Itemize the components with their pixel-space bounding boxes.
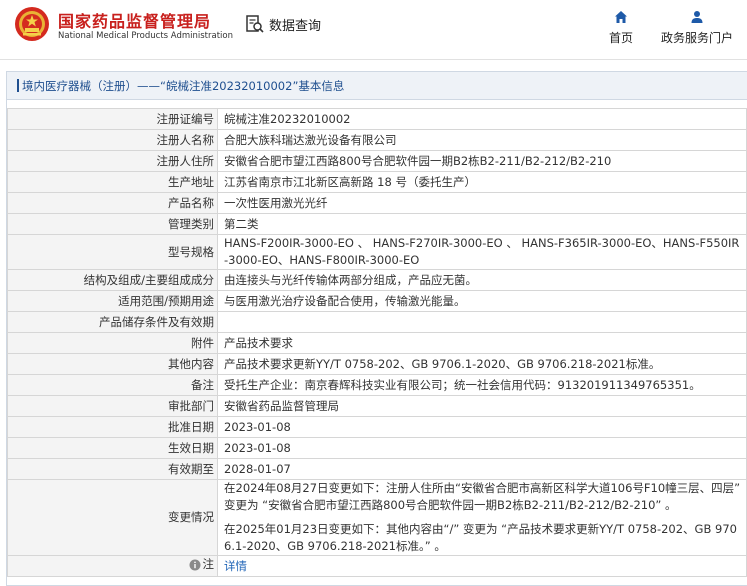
details-link[interactable]: 详情 [224,559,247,573]
home-icon [615,11,627,23]
field-value [217,311,747,333]
document-search-icon [246,15,264,33]
nav-home[interactable]: 首页 [606,10,636,46]
device-info-table: 注册证编号 皖械注准20232010002 注册人名称 合肥大族科瑞达激光设备有限公… [7,108,747,577]
field-value: 合肥大族科瑞达激光设备有限公司 [217,129,747,151]
data-query-label: 数据查询 [269,18,322,34]
field-value: 安徽省药品监督管理局 [217,395,747,417]
nav-gov-portal-label: 政务服务门户 [660,31,733,45]
basic-info-panel: 境内医疗器械（注册）——“皖械注准20232010002”基本信息 注册证编号皖… [6,71,747,586]
nav-gov-portal[interactable]: 政务服务门户 [658,10,736,46]
field-label: 产品储存条件及有效期 [7,311,218,333]
field-value: 皖械注准20232010002 [217,108,747,130]
table-row: 型号规格 HANS-F200IR-3000-EO 、 HANS-F270IR-30… [7,234,747,270]
field-label: 注册人名称 [7,129,218,151]
field-label: 生效日期 [7,437,218,459]
change-history-row: 变更情况 在2024年08月27日变更如下：注册人住所由“安徽省合肥市高新区科学… [7,479,747,556]
field-label: 产品名称 [7,192,218,214]
table-row: 备注 受托生产企业：南京春辉科技实业有限公司；统一社会信用代码：913201911… [7,374,747,396]
table-row: 生效日期 2023-01-08 [7,437,747,459]
field-value: 安徽省合肥市望江西路800号合肥软件园一期B2栋B2-211/B2-212/B2… [217,150,747,172]
panel-header: 境内医疗器械（注册）——“皖械注准20232010002”基本信息 [7,72,747,100]
table-row: 审批部门 安徽省药品监督管理局 [7,395,747,417]
site-subtitle: National Medical Products Administration [58,31,233,41]
field-value: 与医用激光治疗设备配合使用，传输激光能量。 [217,290,747,312]
data-query-section[interactable]: 数据查询 [245,13,321,35]
table-row: 注册人住所 安徽省合肥市望江西路800号合肥软件园一期B2栋B2-211/B2-2… [7,150,747,172]
field-value: HANS-F200IR-3000-EO 、 HANS-F270IR-3000-E… [217,234,747,270]
field-label: 管理类别 [7,213,218,235]
table-row: 管理类别 第二类 [7,213,747,235]
field-value: 一次性医用激光光纤 [217,192,747,214]
field-label: 型号规格 [7,234,218,270]
table-row: 结构及组成/主要组成成分 由连接头与光纤传输体两部分组成，产品应无菌。 [7,269,747,291]
table-row: 适用范围/预期用途 与医用激光治疗设备配合使用，传输激光能量。 [7,290,747,312]
field-value: 产品技术要求 [217,332,747,354]
user-icon [691,11,703,23]
info-icon [189,559,200,571]
field-value: 2023-01-08 [217,437,747,459]
table-row: 批准日期 2023-01-08 [7,416,747,438]
table-row: 注册人名称 合肥大族科瑞达激光设备有限公司 [7,129,747,151]
note-value: 详情 [217,555,747,577]
panel-accent-bar [17,79,19,92]
field-value: 受托生产企业：南京春辉科技实业有限公司；统一社会信用代码：91320191134… [217,374,747,396]
site-header: 国家药品监督管理局 National Medical Products Admi… [0,0,747,58]
field-label: 审批部门 [7,395,218,417]
field-value: 由连接头与光纤传输体两部分组成，产品应无菌。 [217,269,747,291]
note-row: 注 详情 [7,555,747,577]
table-row: 产品名称 一次性医用激光光纤 [7,192,747,214]
table-row: 有效期至 2028-01-07 [7,458,747,480]
field-label: 适用范围/预期用途 [7,290,218,312]
header-divider [0,59,747,60]
table-row: 其他内容 产品技术要求更新YY/T 0758-202、GB 9706.1-2020… [7,353,747,375]
table-row: 注册证编号 皖械注准20232010002 [7,108,747,130]
field-label: 有效期至 [7,458,218,480]
field-label: 附件 [7,332,218,354]
field-value: 2028-01-07 [217,458,747,480]
table-row: 产品储存条件及有效期 [7,311,747,333]
table-row: 附件 产品技术要求 [7,332,747,354]
field-label: 注册人住所 [7,150,218,172]
field-label: 其他内容 [7,353,218,375]
panel-title: 境内医疗器械（注册）——“皖械注准20232010002”基本信息 [22,78,345,93]
field-label: 批准日期 [7,416,218,438]
change-history-label: 变更情况 [7,479,218,556]
nav-home-label: 首页 [608,31,633,45]
field-label: 备注 [7,374,218,396]
national-emblem-logo [15,7,49,41]
table-row: 生产地址 江苏省南京市江北新区高新路 18 号（委托生产） [7,171,747,193]
field-label: 生产地址 [7,171,218,193]
field-label: 注册证编号 [7,108,218,130]
change-entry: 在2025年01月23日变更如下：其他内容由“/” 变更为 “产品技术要求更新Y… [224,522,737,553]
note-label-wrap: 注 [189,556,215,573]
note-label-cell: 注 [7,555,218,577]
change-history-value: 在2024年08月27日变更如下：注册人住所由“安徽省合肥市高新区科学大道106… [217,479,747,556]
field-value: 第二类 [217,213,747,235]
site-title: 国家药品监督管理局 [58,12,212,31]
field-value: 2023-01-08 [217,416,747,438]
field-value: 江苏省南京市江北新区高新路 18 号（委托生产） [217,171,747,193]
field-value: 产品技术要求更新YY/T 0758-202、GB 9706.1-2020、GB … [217,353,747,375]
change-entry: 在2024年08月27日变更如下：注册人住所由“安徽省合肥市高新区科学大道106… [224,481,741,512]
field-label: 结构及组成/主要组成成分 [7,269,218,291]
note-label: 注 [202,557,215,572]
